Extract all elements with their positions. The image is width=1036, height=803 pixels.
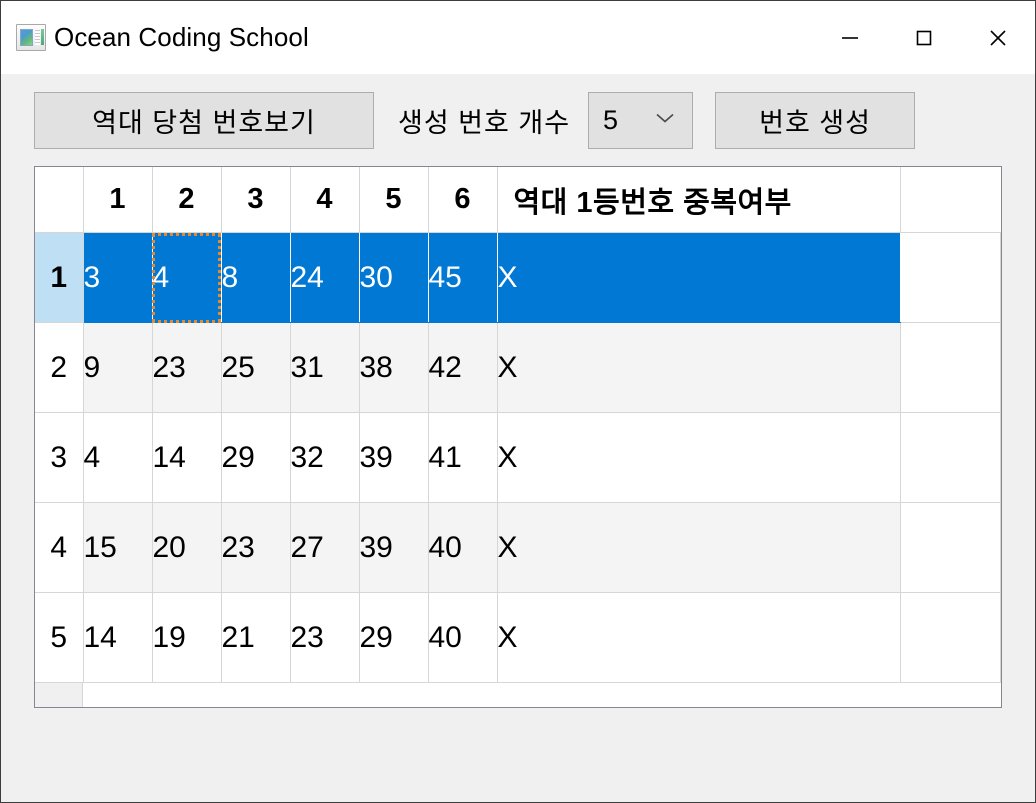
- number-cell[interactable]: 40: [428, 502, 498, 593]
- number-cell[interactable]: 30: [359, 232, 429, 323]
- number-cell[interactable]: 3: [83, 232, 153, 323]
- duplicate-status-cell[interactable]: X: [497, 592, 901, 683]
- number-cell[interactable]: 41: [428, 412, 498, 503]
- generate-numbers-button[interactable]: 번호 생성: [715, 91, 916, 149]
- window-controls: [813, 1, 1035, 74]
- column-header-2[interactable]: 2: [152, 167, 222, 233]
- row-filler-cell: [900, 232, 1001, 323]
- number-cell[interactable]: 27: [290, 502, 360, 593]
- column-header-1[interactable]: 1: [83, 167, 153, 233]
- grid-new-row-header[interactable]: [35, 683, 83, 707]
- title-bar: Ocean Coding School: [1, 1, 1035, 74]
- duplicate-status-cell[interactable]: X: [497, 502, 901, 593]
- grid-header: 1 2 3 4 5 6 역대 1등번호 중복여부: [35, 167, 1001, 233]
- chevron-down-icon: [654, 111, 676, 130]
- number-cell[interactable]: 39: [359, 412, 429, 503]
- number-cell[interactable]: 23: [290, 592, 360, 683]
- close-icon: [990, 29, 1006, 46]
- number-cell[interactable]: 29: [221, 412, 291, 503]
- generate-count-select[interactable]: 5: [588, 91, 694, 149]
- window-bottom-padding: [1, 708, 1035, 802]
- grid-header-row: 1 2 3 4 5 6 역대 1등번호 중복여부: [35, 167, 1001, 233]
- maximize-icon: [916, 30, 932, 45]
- number-cell[interactable]: 19: [152, 592, 222, 683]
- grid-new-row-body[interactable]: [83, 683, 1001, 707]
- number-cell[interactable]: 25: [221, 322, 291, 413]
- grid-corner-header[interactable]: [35, 167, 84, 233]
- grid-table: 1 2 3 4 5 6 역대 1등번호 중복여부 1 3 4 8 24 30 45 X 2 9 23…: [35, 167, 1001, 683]
- column-header-filler: [900, 167, 1001, 233]
- grid-new-row[interactable]: [35, 683, 1001, 707]
- row-filler-cell: [900, 502, 1001, 593]
- row-header-cell[interactable]: 2: [35, 322, 84, 413]
- number-cell[interactable]: 24: [290, 232, 360, 323]
- duplicate-status-cell[interactable]: X: [497, 412, 901, 503]
- duplicate-status-cell[interactable]: X: [497, 322, 901, 413]
- generate-count-value: 5: [603, 104, 619, 135]
- number-cell[interactable]: 32: [290, 412, 360, 503]
- number-cell[interactable]: 9: [83, 322, 153, 413]
- number-cell[interactable]: 38: [359, 322, 429, 413]
- table-row[interactable]: 4 15 20 23 27 39 40 X: [35, 502, 1001, 593]
- number-cell[interactable]: 39: [359, 502, 429, 593]
- number-cell[interactable]: 8: [221, 232, 291, 323]
- column-header-duplicate[interactable]: 역대 1등번호 중복여부: [497, 167, 901, 233]
- table-row[interactable]: 1 3 4 8 24 30 45 X: [35, 232, 1001, 323]
- number-cell[interactable]: 20: [152, 502, 222, 593]
- close-button[interactable]: [961, 1, 1035, 74]
- number-cell[interactable]: 14: [152, 412, 222, 503]
- application-window: Ocean Coding School 역대 당첨 번호보기 생성 번호 개수 …: [0, 0, 1036, 803]
- minimize-button[interactable]: [813, 1, 887, 74]
- table-row[interactable]: 5 14 19 21 23 29 40 X: [35, 592, 1001, 683]
- column-header-6[interactable]: 6: [428, 167, 498, 233]
- app-icon-panel: [20, 29, 33, 46]
- app-icon-lines: [35, 30, 40, 45]
- row-filler-cell: [900, 412, 1001, 503]
- app-icon-bar: [41, 29, 44, 45]
- app-window-icon: [16, 24, 46, 51]
- number-cell[interactable]: 31: [290, 322, 360, 413]
- number-cell[interactable]: 23: [221, 502, 291, 593]
- duplicate-status-cell[interactable]: X: [497, 232, 901, 323]
- number-cell[interactable]: 42: [428, 322, 498, 413]
- table-row[interactable]: 2 9 23 25 31 38 42 X: [35, 322, 1001, 413]
- number-cell[interactable]: 21: [221, 592, 291, 683]
- number-cell[interactable]: 40: [428, 592, 498, 683]
- window-title: Ocean Coding School: [54, 22, 309, 52]
- column-header-5[interactable]: 5: [359, 167, 429, 233]
- row-header-cell[interactable]: 5: [35, 592, 84, 683]
- number-cell[interactable]: 15: [83, 502, 153, 593]
- generate-count-label: 생성 번호 개수: [398, 107, 571, 138]
- row-header-cell[interactable]: 3: [35, 412, 84, 503]
- row-filler-cell: [900, 322, 1001, 413]
- number-cell[interactable]: 14: [83, 592, 153, 683]
- grid-body: 1 3 4 8 24 30 45 X 2 9 23 25 31 38 42 X 3 4 14 29 32 39 41 X 4 15…: [35, 232, 1001, 683]
- lottery-number-grid[interactable]: 1 2 3 4 5 6 역대 1등번호 중복여부 1 3 4 8 24 30 45 X 2 9 23…: [34, 166, 1002, 708]
- row-header-cell[interactable]: 1: [35, 232, 84, 323]
- number-cell[interactable]: 45: [428, 232, 498, 323]
- number-cell[interactable]: 29: [359, 592, 429, 683]
- number-cell[interactable]: 4: [152, 232, 222, 323]
- maximize-button[interactable]: [887, 1, 961, 74]
- row-filler-cell: [900, 592, 1001, 683]
- row-header-cell[interactable]: 4: [35, 502, 84, 593]
- toolbar: 역대 당첨 번호보기 생성 번호 개수 5 번호 생성: [1, 74, 1035, 166]
- number-cell[interactable]: 23: [152, 322, 222, 413]
- number-cell[interactable]: 4: [83, 412, 153, 503]
- view-history-button[interactable]: 역대 당첨 번호보기: [34, 91, 374, 149]
- minimize-icon: [842, 36, 858, 39]
- table-row[interactable]: 3 4 14 29 32 39 41 X: [35, 412, 1001, 503]
- column-header-3[interactable]: 3: [221, 167, 291, 233]
- column-header-4[interactable]: 4: [290, 167, 360, 233]
